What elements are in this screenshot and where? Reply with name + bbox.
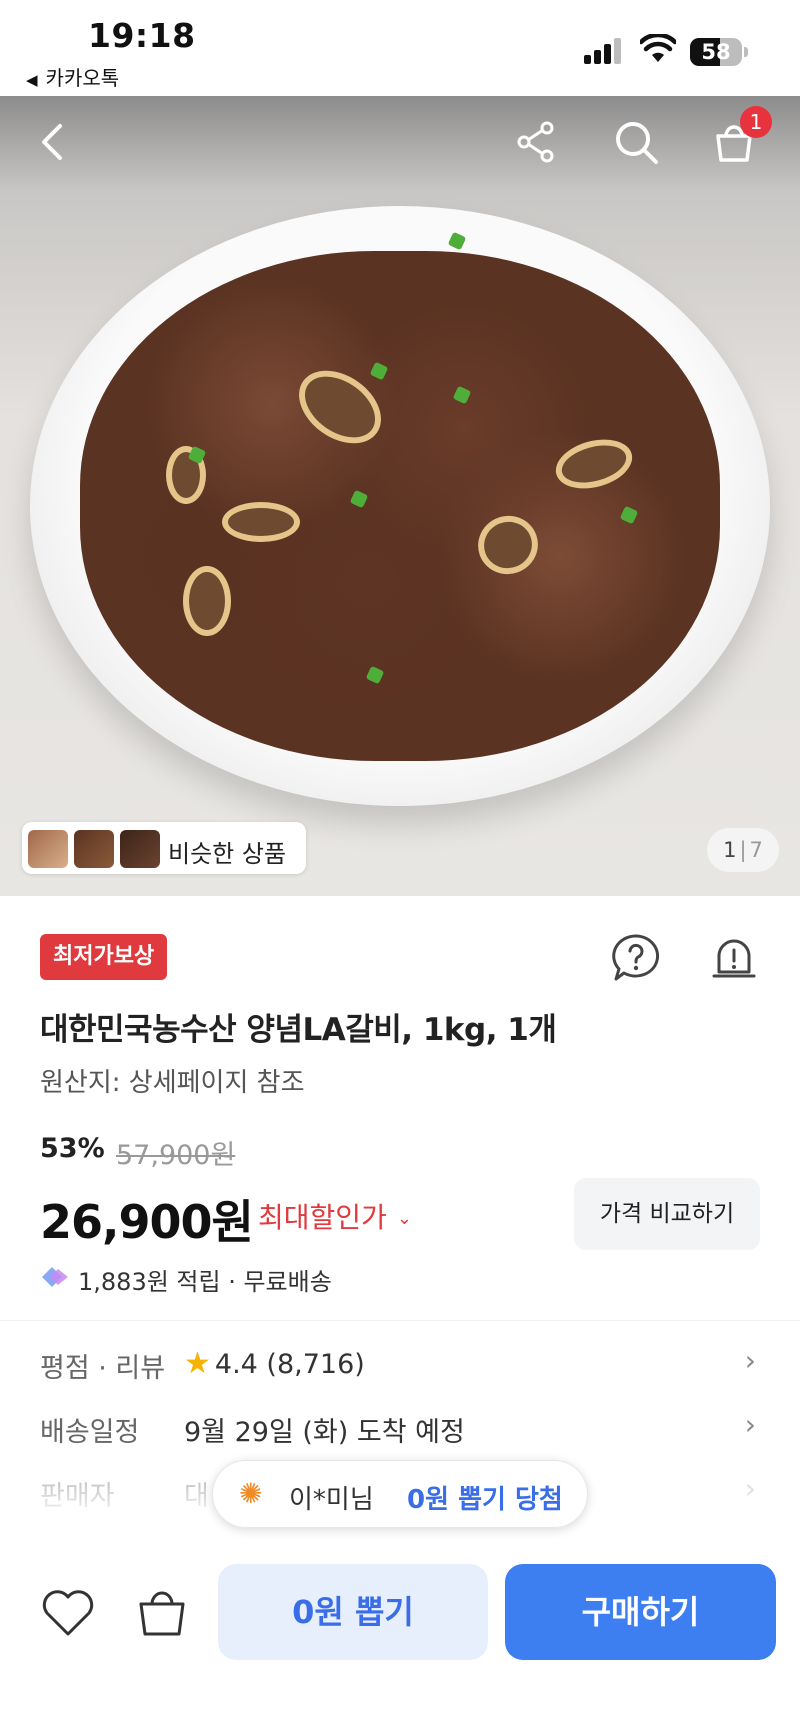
similar-thumb bbox=[74, 830, 114, 868]
points-icon bbox=[42, 1267, 68, 1287]
celebration-icon: ✺ bbox=[239, 1477, 263, 1510]
shopping-bag-icon[interactable] bbox=[136, 1584, 188, 1638]
image-pager: 1 | 7 bbox=[707, 828, 779, 872]
back-app-label: 카카오톡 bbox=[45, 66, 120, 90]
back-triangle-icon: ◀ bbox=[26, 71, 38, 89]
chevron-down-icon: ⌄ bbox=[396, 1208, 412, 1229]
pager-total: 7 bbox=[749, 838, 763, 862]
similar-products-button[interactable]: 비슷한 상품 bbox=[22, 822, 306, 874]
cellular-signal-icon bbox=[584, 38, 624, 64]
buy-button[interactable]: 구매하기 bbox=[505, 1564, 776, 1660]
battery-tip bbox=[744, 47, 748, 57]
similar-thumb bbox=[28, 830, 68, 868]
rating-review-label: 평점 · 리뷰 bbox=[40, 1353, 166, 1384]
share-icon[interactable] bbox=[512, 118, 560, 166]
chevron-right-icon: › bbox=[744, 1408, 756, 1441]
status-bar: 19:18 ◀ 카카오톡 58 bbox=[0, 0, 800, 96]
compare-price-button[interactable]: 가격 비교하기 bbox=[574, 1178, 760, 1250]
section-divider bbox=[0, 1320, 800, 1321]
rating-review-value: ★ 4.4 (8,716) bbox=[184, 1346, 365, 1381]
rating-text: 4.4 (8,716) bbox=[214, 1349, 365, 1380]
product-photo-food bbox=[80, 251, 720, 761]
points-shipping-info: 1,883원 적립 · 무료배송 bbox=[78, 1268, 332, 1296]
product-origin: 원산지: 상세페이지 참조 bbox=[40, 1068, 305, 1098]
pager-separator: | bbox=[739, 838, 747, 862]
discount-rate: 53% bbox=[40, 1133, 105, 1164]
search-icon[interactable] bbox=[612, 118, 660, 166]
zero-won-draw-button[interactable]: 0원 뽑기 bbox=[218, 1564, 488, 1660]
delivery-value: 9월 29일 (화) 도착 예정 bbox=[184, 1417, 465, 1448]
star-icon: ★ bbox=[184, 1346, 211, 1381]
sale-price: 26,900원 bbox=[40, 1195, 254, 1249]
delivery-schedule-row[interactable]: 배송일정 9월 29일 (화) 도착 예정 › bbox=[40, 1404, 760, 1448]
heart-icon[interactable] bbox=[40, 1588, 96, 1638]
lowest-price-badge[interactable]: 최저가보상 bbox=[40, 934, 168, 980]
draw-winner-toast: ✺ 이*미님 0원 뽑기 당첨 bbox=[212, 1460, 588, 1528]
cart-count-badge: 1 bbox=[740, 106, 772, 138]
delivery-label: 배송일정 bbox=[40, 1417, 140, 1448]
pager-current: 1 bbox=[723, 838, 737, 862]
back-to-app-link[interactable]: ◀ 카카오톡 bbox=[26, 62, 119, 91]
toast-message: 0원 뽑기 당첨 bbox=[407, 1485, 563, 1515]
battery-percent: 58 bbox=[701, 40, 731, 64]
report-alert-icon[interactable] bbox=[708, 932, 760, 984]
product-title: 대한민국농수산 양념LA갈비, 1kg, 1개 bbox=[40, 1012, 557, 1048]
toast-user: 이*미님 bbox=[289, 1485, 374, 1515]
photo-bone bbox=[222, 502, 300, 542]
similar-products-label: 비슷한 상품 bbox=[168, 840, 287, 868]
chevron-right-icon: › bbox=[744, 1344, 756, 1377]
wifi-icon bbox=[640, 34, 676, 62]
product-image-carousel[interactable] bbox=[0, 96, 800, 896]
back-arrow-icon[interactable] bbox=[30, 118, 78, 166]
question-icon[interactable] bbox=[610, 932, 662, 984]
battery-icon: 58 bbox=[690, 38, 742, 66]
max-discount-label: 최대할인가 bbox=[258, 1201, 387, 1234]
similar-thumb bbox=[120, 830, 160, 868]
photo-bone bbox=[183, 566, 231, 636]
max-discount-dropdown[interactable]: 최대할인가 ⌄ bbox=[258, 1196, 412, 1236]
rating-review-row[interactable]: 평점 · 리뷰 ★ 4.4 (8,716) › bbox=[40, 1340, 760, 1384]
original-price: 57,900원 bbox=[116, 1140, 236, 1171]
status-time: 19:18 bbox=[88, 16, 196, 55]
